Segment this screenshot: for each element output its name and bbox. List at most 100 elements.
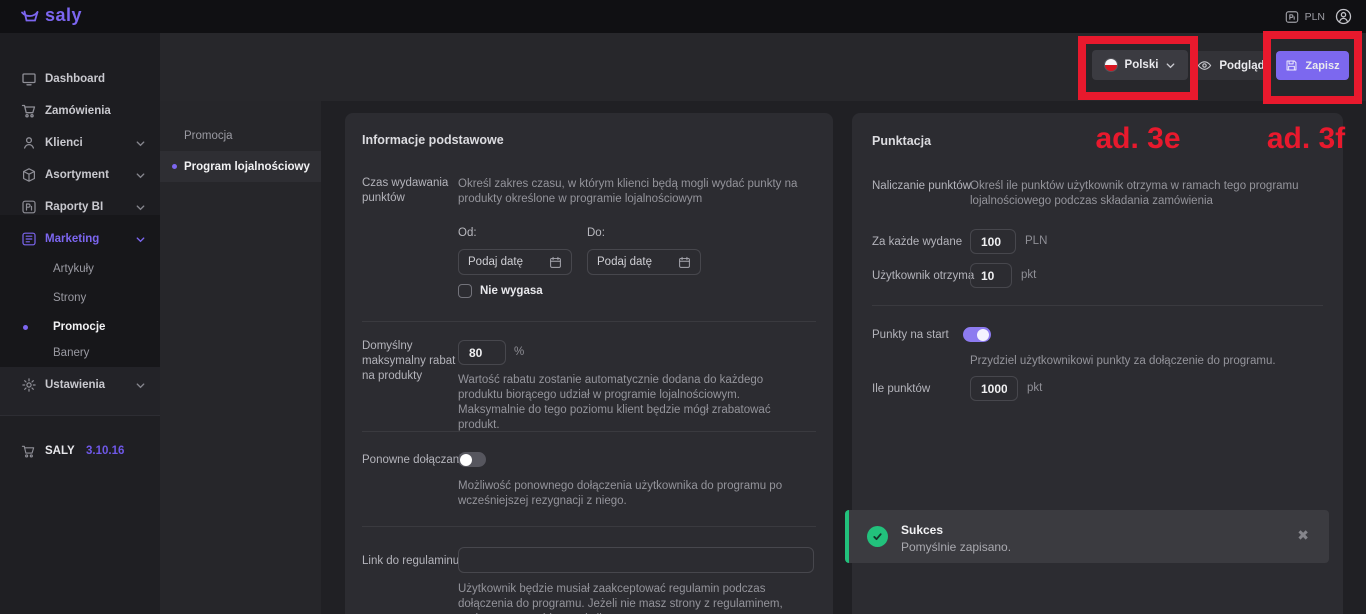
topbar-right: PLN bbox=[1285, 0, 1352, 33]
field-label-discount: Domyślny maksymalny rabat na produkty bbox=[362, 339, 458, 384]
sidebar-subitem-label: Banery bbox=[53, 347, 89, 359]
app-window: saly PLN bbox=[0, 0, 1366, 614]
annotation-label-3f: ad. 3f bbox=[1250, 122, 1362, 156]
section-title: Punktacja bbox=[872, 134, 931, 148]
never-expires-label: Nie wygasa bbox=[480, 285, 543, 297]
field-description: Przydziel użytkownikowi punkty za dołącz… bbox=[970, 354, 1330, 369]
field-label-spent: Za każde wydane bbox=[872, 235, 962, 250]
saly-cart-icon bbox=[20, 7, 42, 25]
sidebar-item-label: Klienci bbox=[45, 137, 83, 149]
subnav-item-label: Promocja bbox=[184, 130, 233, 142]
field-label-receive: Użytkownik otrzyma bbox=[872, 269, 974, 284]
person-icon bbox=[21, 135, 37, 151]
chevron-down-icon bbox=[1165, 60, 1176, 71]
sidebar-item-clients[interactable]: Klienci bbox=[0, 127, 160, 159]
close-icon[interactable]: ✖ bbox=[1297, 527, 1309, 544]
field-label-calc: Naliczanie punktów bbox=[872, 179, 971, 194]
toast-title: Sukces bbox=[901, 523, 943, 537]
field-description: Wartość rabatu zostanie automatycznie do… bbox=[458, 373, 803, 433]
start-points-toggle[interactable] bbox=[963, 327, 991, 342]
sidebar-subitem-label: Artykuły bbox=[53, 263, 94, 275]
chevron-down-icon bbox=[135, 234, 146, 245]
language-select-button[interactable]: Polski bbox=[1092, 50, 1188, 80]
chevron-down-icon bbox=[135, 202, 146, 213]
toast-message: Pomyślnie zapisano. bbox=[901, 540, 1011, 554]
billing-icon bbox=[1285, 10, 1299, 24]
sidebar-subitem-articles[interactable]: Artykuły bbox=[0, 255, 160, 283]
sidebar-subitem-pages[interactable]: Strony bbox=[0, 284, 160, 312]
saly-logo[interactable]: saly bbox=[20, 5, 82, 26]
success-check-icon bbox=[867, 526, 888, 547]
user-icon[interactable] bbox=[1335, 8, 1352, 25]
date-from-input[interactable]: Podaj datę bbox=[458, 249, 572, 275]
divider bbox=[872, 305, 1323, 306]
subnav-item-promotion[interactable]: Promocja bbox=[160, 120, 321, 151]
poland-flag-icon bbox=[1104, 58, 1118, 72]
discount-suffix: % bbox=[514, 346, 524, 358]
calendar-icon[interactable] bbox=[549, 256, 562, 269]
floppy-icon bbox=[1285, 59, 1298, 72]
sidebar-version: SALY 3.10.16 bbox=[0, 437, 160, 465]
chevron-down-icon bbox=[135, 138, 146, 149]
sidebar-item-dashboard[interactable]: Dashboard bbox=[0, 63, 160, 95]
sidebar-item-reports-bi[interactable]: Raporty BI bbox=[0, 191, 160, 223]
field-description: Określ ile punktów użytkownik otrzyma w … bbox=[970, 179, 1330, 209]
language-label: Polski bbox=[1125, 59, 1159, 71]
never-expires-checkbox[interactable] bbox=[458, 284, 472, 298]
sidebar-subitem-label: Strony bbox=[53, 292, 86, 304]
calendar-icon[interactable] bbox=[678, 256, 691, 269]
field-label-rejoin: Ponowne dołączanie bbox=[362, 453, 468, 468]
field-label-how-many: Ile punktów bbox=[872, 382, 930, 397]
spent-suffix: PLN bbox=[1025, 235, 1047, 247]
sidebar: Dashboard Zamówienia Klienci bbox=[0, 33, 160, 614]
subnav-item-loyalty-program[interactable]: Program lojalnościowy bbox=[160, 151, 321, 182]
spent-input[interactable] bbox=[970, 229, 1016, 254]
date-placeholder: Podaj datę bbox=[468, 256, 523, 268]
receive-suffix: pkt bbox=[1021, 269, 1036, 281]
date-to-input[interactable]: Podaj datę bbox=[587, 249, 701, 275]
success-toast: Sukces Pomyślnie zapisano. ✖ bbox=[845, 510, 1329, 563]
chevron-down-icon bbox=[135, 170, 146, 181]
field-description: Użytkownik będzie musiał zaakceptować re… bbox=[458, 582, 803, 614]
field-description: Określ zakres czasu, w którym klienci bę… bbox=[458, 177, 798, 207]
divider bbox=[362, 431, 816, 432]
promotion-subnav: Promocja Program lojalnościowy bbox=[160, 101, 321, 614]
cart-icon bbox=[21, 103, 37, 119]
discount-input[interactable] bbox=[458, 340, 506, 365]
active-dot bbox=[172, 164, 177, 169]
sidebar-item-settings[interactable]: Ustawienia bbox=[0, 369, 160, 401]
sidebar-item-label: Marketing bbox=[45, 233, 99, 245]
terms-link-input[interactable] bbox=[458, 547, 814, 573]
rejoin-toggle[interactable] bbox=[458, 452, 486, 467]
currency-switcher[interactable]: PLN bbox=[1285, 10, 1325, 24]
app-version: 3.10.16 bbox=[86, 445, 124, 457]
topbar: saly PLN bbox=[0, 0, 1366, 33]
preview-label: Podgląd bbox=[1219, 60, 1264, 72]
save-button[interactable]: Zapisz bbox=[1276, 51, 1349, 80]
annotation-label-3e: ad. 3e bbox=[1078, 122, 1198, 156]
date-placeholder: Podaj datę bbox=[597, 256, 652, 268]
save-label: Zapisz bbox=[1305, 60, 1339, 72]
sidebar-item-label: Zamówienia bbox=[45, 105, 111, 117]
sidebar-item-orders[interactable]: Zamówienia bbox=[0, 95, 160, 127]
divider bbox=[362, 526, 816, 527]
sidebar-item-label: Asortyment bbox=[45, 169, 109, 181]
sidebar-item-assortment[interactable]: Asortyment bbox=[0, 159, 160, 191]
chevron-down-icon bbox=[135, 380, 146, 391]
cart-icon bbox=[21, 444, 36, 459]
basic-info-card: Informacje podstawowe Czas wydawania pun… bbox=[345, 113, 833, 614]
section-title: Informacje podstawowe bbox=[362, 133, 504, 147]
sidebar-subitem-banners[interactable]: Banery bbox=[0, 339, 160, 367]
field-label-issue-time: Czas wydawania punktów bbox=[362, 176, 454, 206]
how-many-suffix: pkt bbox=[1027, 382, 1042, 394]
sidebar-subitem-promotions[interactable]: Promocje bbox=[0, 313, 160, 341]
bi-report-icon bbox=[21, 199, 37, 215]
cube-icon bbox=[21, 167, 37, 183]
how-many-input[interactable] bbox=[970, 376, 1018, 401]
receive-input[interactable] bbox=[970, 263, 1012, 288]
field-label-start-points: Punkty na start bbox=[872, 328, 949, 343]
preview-button[interactable]: Podgląd bbox=[1192, 51, 1270, 80]
currency-label: PLN bbox=[1305, 11, 1325, 23]
sidebar-item-marketing[interactable]: Marketing bbox=[0, 223, 160, 255]
divider bbox=[362, 321, 816, 322]
